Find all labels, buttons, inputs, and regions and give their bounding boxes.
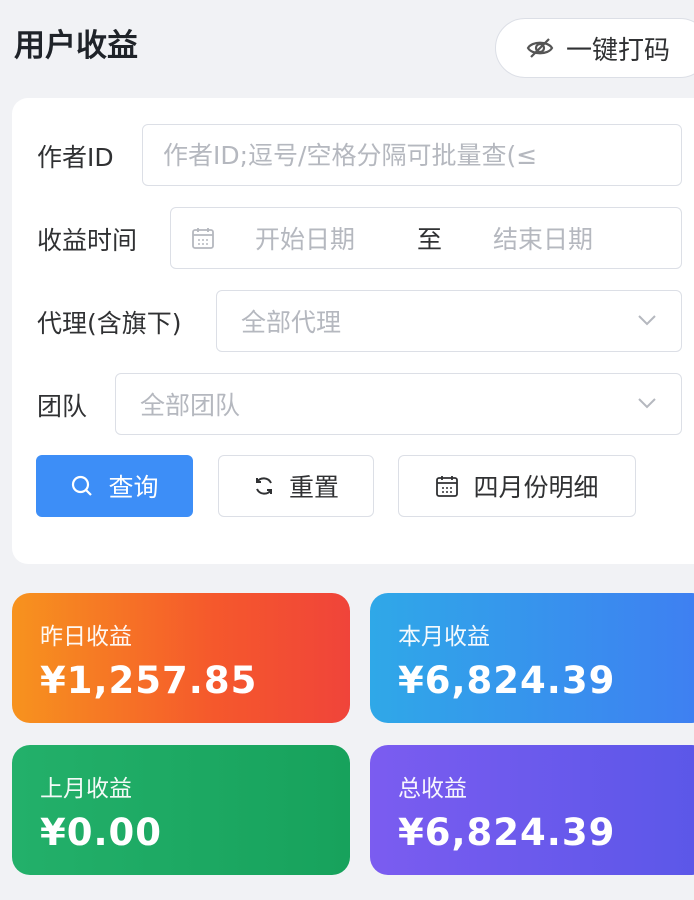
end-date-input[interactable]: 结束日期 bbox=[493, 220, 593, 256]
total-income-value: ¥6,824.39 bbox=[398, 811, 616, 854]
author-id-input[interactable] bbox=[143, 140, 681, 170]
team-label: 团队 bbox=[37, 392, 88, 421]
calendar-icon bbox=[192, 228, 214, 249]
calendar-icon bbox=[436, 476, 459, 497]
yesterday-income-card: 昨日收益 ¥1,257.85 bbox=[12, 593, 350, 723]
mask-button[interactable]: 一键打码 bbox=[495, 18, 694, 78]
last-month-income-label: 上月收益 bbox=[40, 776, 132, 802]
reset-button[interactable]: 重置 bbox=[218, 455, 374, 517]
search-icon bbox=[72, 475, 93, 496]
start-date-input[interactable]: 开始日期 bbox=[255, 220, 405, 256]
agent-select-value: 全部代理 bbox=[241, 308, 342, 337]
query-button-label: 查询 bbox=[108, 473, 159, 502]
last-month-income-card: 上月收益 ¥0.00 bbox=[12, 745, 350, 875]
chevron-down-icon bbox=[638, 315, 656, 326]
income-time-label: 收益时间 bbox=[37, 226, 138, 255]
date-range-picker[interactable]: 开始日期 至 结束日期 bbox=[170, 207, 682, 269]
eye-off-icon bbox=[526, 38, 554, 58]
total-income-label: 总收益 bbox=[398, 776, 467, 802]
yesterday-income-label: 昨日收益 bbox=[40, 624, 132, 650]
this-month-income-label: 本月收益 bbox=[398, 624, 490, 650]
chevron-down-icon bbox=[638, 398, 656, 409]
reset-button-label: 重置 bbox=[288, 473, 339, 502]
agent-select[interactable]: 全部代理 bbox=[216, 290, 682, 352]
author-id-field[interactable] bbox=[142, 124, 682, 186]
yesterday-income-value: ¥1,257.85 bbox=[40, 659, 258, 702]
last-month-income-value: ¥0.00 bbox=[40, 811, 163, 854]
team-select-value: 全部团队 bbox=[140, 391, 241, 420]
april-detail-button[interactable]: 四月份明细 bbox=[398, 455, 636, 517]
author-id-label: 作者ID bbox=[37, 143, 114, 172]
this-month-income-value: ¥6,824.39 bbox=[398, 659, 616, 702]
april-detail-button-label: 四月份明细 bbox=[473, 473, 599, 502]
date-range-separator: 至 bbox=[417, 225, 443, 254]
refresh-icon bbox=[255, 477, 272, 495]
filter-panel: 作者ID 收益时间 开始日期 至 结束日期 代理(含旗下) 全部代理 团队 全部… bbox=[12, 98, 694, 564]
total-income-card: 总收益 ¥6,824.39 bbox=[370, 745, 694, 875]
mask-button-label: 一键打码 bbox=[566, 35, 671, 66]
page-title: 用户收益 bbox=[14, 28, 138, 64]
agent-label: 代理(含旗下) bbox=[37, 309, 182, 338]
this-month-income-card: 本月收益 ¥6,824.39 bbox=[370, 593, 694, 723]
query-button[interactable]: 查询 bbox=[36, 455, 193, 517]
team-select[interactable]: 全部团队 bbox=[115, 373, 682, 435]
